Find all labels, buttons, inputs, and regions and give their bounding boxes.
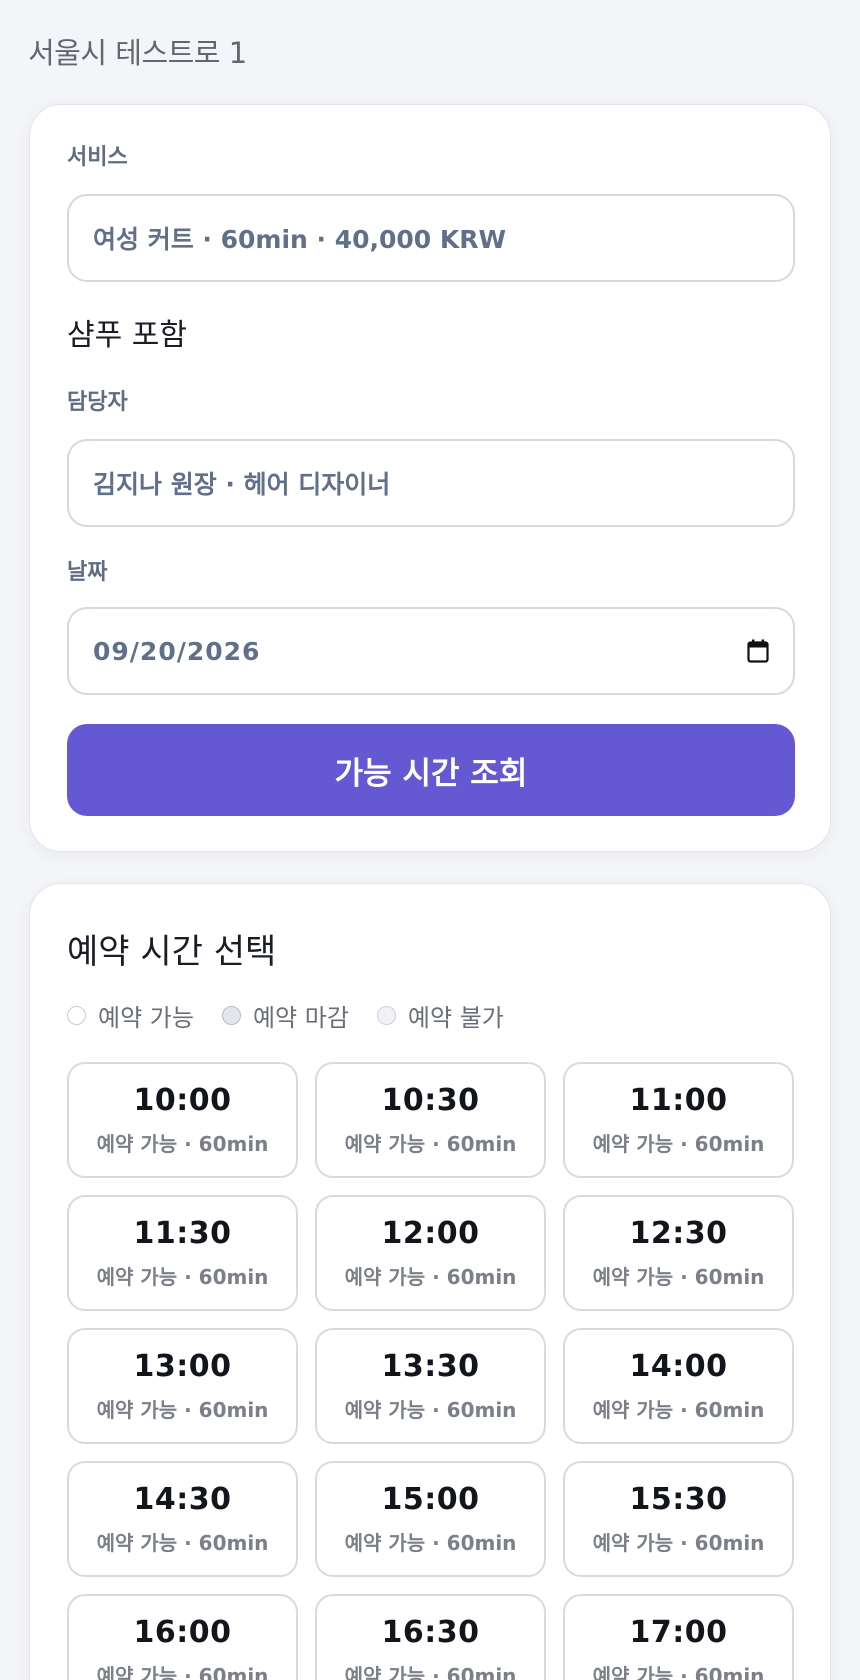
slot-time: 12:00 [381, 1216, 480, 1251]
time-slot[interactable]: 17:00 예약 가능 · 60min [563, 1594, 794, 1680]
time-slot[interactable]: 11:30 예약 가능 · 60min [67, 1195, 298, 1311]
time-slot[interactable]: 15:30 예약 가능 · 60min [563, 1461, 794, 1577]
legend-closed: 예약 마감 [221, 998, 349, 1033]
slot-status: 예약 가능 · 60min [96, 1398, 269, 1422]
date-input[interactable]: 09/20/2026 [67, 607, 795, 695]
time-slot[interactable]: 12:00 예약 가능 · 60min [315, 1195, 546, 1311]
slot-time: 11:30 [133, 1216, 232, 1251]
slot-status: 예약 가능 · 60min [96, 1132, 269, 1156]
slot-time: 15:30 [629, 1482, 728, 1517]
booking-form-card: 서비스 여성 커트 · 60min · 40,000 KRW 샴푸 포함 담당자… [29, 104, 831, 852]
legend-available-label: 예약 가능 [98, 1004, 194, 1032]
booking-page: 서울시 테스트로 1 서비스 여성 커트 · 60min · 40,000 KR… [0, 0, 860, 1680]
check-availability-button[interactable]: 가능 시간 조회 [67, 724, 795, 816]
slot-status: 예약 가능 · 60min [344, 1398, 517, 1422]
time-slot-card: 예약 시간 선택 예약 가능 예약 마감 예약 불가 10:00 예약 가능 · … [29, 883, 831, 1680]
time-slot[interactable]: 16:00 예약 가능 · 60min [67, 1594, 298, 1680]
staff-select[interactable]: 김지나 원장 · 헤어 디자이너 [67, 439, 795, 527]
time-slot[interactable]: 14:30 예약 가능 · 60min [67, 1461, 298, 1577]
time-slot[interactable]: 12:30 예약 가능 · 60min [563, 1195, 794, 1311]
service-label: 서비스 [67, 145, 128, 170]
time-slot[interactable]: 10:30 예약 가능 · 60min [315, 1062, 546, 1178]
time-slot[interactable]: 11:00 예약 가능 · 60min [563, 1062, 794, 1178]
time-slot-title: 예약 시간 선택 [67, 932, 277, 972]
service-value: 여성 커트 · 60min · 40,000 KRW [93, 225, 507, 254]
date-label: 날짜 [67, 560, 108, 585]
time-slot[interactable]: 16:30 예약 가능 · 60min [315, 1594, 546, 1680]
slot-status: 예약 가능 · 60min [96, 1664, 269, 1680]
slot-status: 예약 가능 · 60min [592, 1398, 765, 1422]
legend-closed-dot [221, 1006, 241, 1025]
staff-value: 김지나 원장 · 헤어 디자이너 [93, 470, 391, 499]
slot-status: 예약 가능 · 60min [344, 1531, 517, 1555]
legend-unavailable-label: 예약 불가 [407, 1004, 504, 1032]
slot-time: 10:00 [133, 1083, 232, 1118]
slot-status: 예약 가능 · 60min [96, 1531, 269, 1555]
time-slot-grid: 10:00 예약 가능 · 60min 10:30 예약 가능 · 60min 11… [67, 1062, 794, 1680]
slot-status: 예약 가능 · 60min [344, 1265, 517, 1289]
slot-status: 예약 가능 · 60min [592, 1664, 765, 1680]
slot-status: 예약 가능 · 60min [592, 1531, 765, 1555]
shop-address: 서울시 테스트로 1 [28, 36, 247, 70]
slot-time: 14:00 [629, 1349, 728, 1384]
slot-status: 예약 가능 · 60min [592, 1265, 765, 1289]
slot-time: 16:30 [381, 1615, 480, 1650]
legend-unavailable-dot [376, 1006, 396, 1025]
time-slot[interactable]: 13:30 예약 가능 · 60min [315, 1328, 546, 1444]
legend-unavailable: 예약 불가 [376, 998, 504, 1033]
slot-time: 10:30 [381, 1083, 480, 1118]
slot-time: 11:00 [629, 1083, 728, 1118]
legend-available-dot [67, 1006, 86, 1025]
service-note: 샴푸 포함 [67, 318, 187, 353]
time-slot[interactable]: 14:00 예약 가능 · 60min [563, 1328, 794, 1444]
slot-status: 예약 가능 · 60min [344, 1664, 517, 1680]
date-value: 09/20/2026 [93, 636, 261, 666]
time-slot[interactable]: 15:00 예약 가능 · 60min [315, 1461, 546, 1577]
slot-time: 16:00 [133, 1615, 232, 1650]
slot-status: 예약 가능 · 60min [96, 1265, 269, 1289]
legend-closed-label: 예약 마감 [252, 1004, 349, 1032]
legend-available: 예약 가능 [67, 998, 194, 1033]
slot-time: 15:00 [381, 1482, 480, 1517]
slot-time: 17:00 [629, 1615, 728, 1650]
slot-time: 13:00 [133, 1349, 232, 1384]
time-slot[interactable]: 10:00 예약 가능 · 60min [67, 1062, 298, 1178]
slot-status: 예약 가능 · 60min [592, 1132, 765, 1156]
staff-label: 담당자 [67, 390, 128, 415]
calendar-icon[interactable] [747, 639, 769, 663]
slot-time: 14:30 [133, 1482, 232, 1517]
time-slot[interactable]: 13:00 예약 가능 · 60min [67, 1328, 298, 1444]
service-select[interactable]: 여성 커트 · 60min · 40,000 KRW [67, 194, 795, 282]
slot-status: 예약 가능 · 60min [344, 1132, 517, 1156]
slot-time: 13:30 [381, 1349, 480, 1384]
slot-legend: 예약 가능 예약 마감 예약 불가 [67, 998, 504, 1033]
slot-time: 12:30 [629, 1216, 728, 1251]
